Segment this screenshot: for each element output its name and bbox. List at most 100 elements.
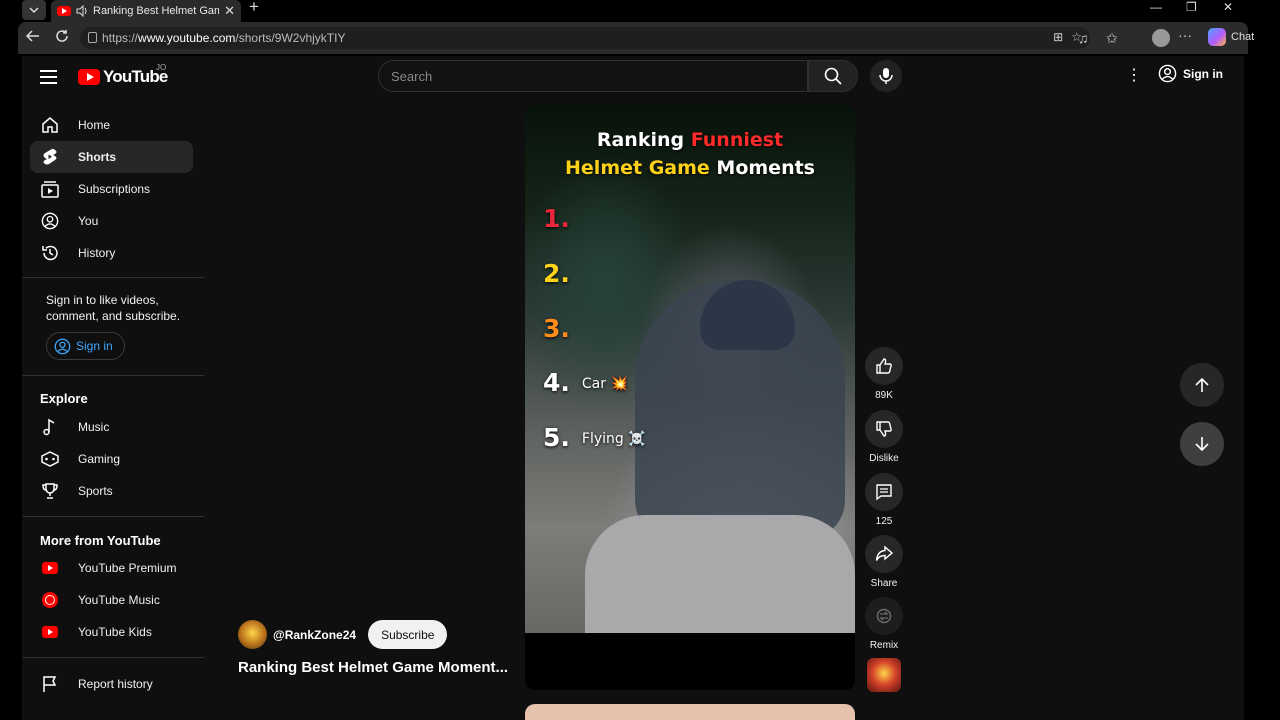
site-info-icon[interactable] xyxy=(88,32,97,43)
restore-button[interactable]: ❐ xyxy=(1186,0,1197,14)
tab-actions-menu[interactable] xyxy=(22,0,46,20)
remix-label: Remix xyxy=(869,640,899,651)
rank-number: 1. xyxy=(543,204,570,233)
favorites-icon[interactable]: ✩ xyxy=(1106,30,1118,47)
sidebar-item-label: YouTube Premium xyxy=(78,561,177,575)
sidebar-item-label: Shorts xyxy=(78,150,117,164)
previous-short-button[interactable] xyxy=(1180,363,1224,407)
close-window-button[interactable]: ✕ xyxy=(1223,0,1233,14)
sidebar-sign-in-button[interactable]: Sign in xyxy=(46,332,125,360)
browser-tab[interactable]: Ranking Best Helmet Game M ✕ xyxy=(51,0,241,22)
yt-header: YouTube JO Search ⋮ Sign in xyxy=(22,56,1244,100)
rank-number: 2. xyxy=(543,259,570,288)
speaker-icon[interactable] xyxy=(76,5,88,17)
comments-action[interactable]: 125 xyxy=(865,473,903,527)
search-button[interactable] xyxy=(808,60,858,92)
gaming-controller-icon xyxy=(40,449,60,469)
sidebar-item-gaming[interactable]: Gaming xyxy=(30,443,193,475)
rank-item: 3. xyxy=(543,314,582,343)
url-field[interactable]: https://www.youtube.com/shorts/9W2vhjykT… xyxy=(80,27,1090,49)
sidebar-item-report-history[interactable]: Report history xyxy=(30,668,193,700)
sidebar-item-shorts[interactable]: Shorts xyxy=(30,141,193,173)
sidebar-item-music[interactable]: Music xyxy=(30,411,193,443)
app-available-icon[interactable]: ⊞ xyxy=(1053,30,1063,44)
like-action[interactable]: 89K xyxy=(865,347,903,401)
chevron-down-icon xyxy=(29,7,39,14)
sidebar-item-label: Music xyxy=(78,420,110,434)
remix-icon[interactable] xyxy=(865,597,903,635)
sidebar-item-you[interactable]: You xyxy=(30,205,193,237)
sidebar-item-subscriptions[interactable]: Subscriptions xyxy=(30,173,193,205)
shorts-icon xyxy=(40,147,60,167)
next-short-preview[interactable] xyxy=(525,704,855,720)
rank-number: 4. xyxy=(543,368,570,397)
thumbs-down-icon[interactable] xyxy=(865,410,903,448)
copilot-icon xyxy=(1208,28,1226,46)
trophy-icon xyxy=(40,481,60,501)
channel-avatar[interactable] xyxy=(238,620,267,649)
browser-profile-avatar[interactable] xyxy=(1152,29,1170,47)
arrow-up-icon xyxy=(1195,377,1209,392)
thumbs-up-icon[interactable] xyxy=(865,347,903,385)
search-input[interactable]: Search xyxy=(378,60,808,92)
shorts-video-player[interactable]: Ranking Funniest Helmet Game Moments 1. … xyxy=(525,105,855,690)
media-control-icon[interactable]: ♫ xyxy=(1078,30,1089,46)
sidebar-item-sports[interactable]: Sports xyxy=(30,475,193,507)
next-short-button[interactable] xyxy=(1180,422,1224,466)
account-circle-icon xyxy=(1158,64,1177,83)
rank-number: 3. xyxy=(543,314,570,343)
youtube-kids-icon xyxy=(40,622,60,642)
sidebar-divider xyxy=(22,657,204,658)
video-subject-legs xyxy=(585,515,855,635)
sidebar-item-label: Report history xyxy=(78,677,153,691)
menu-icon[interactable] xyxy=(40,70,57,88)
share-label: Share xyxy=(870,578,898,589)
header-sign-in-button[interactable]: Sign in xyxy=(1158,64,1223,83)
music-note-icon xyxy=(40,417,60,437)
youtube-play-icon xyxy=(78,69,100,85)
remix-action[interactable]: Remix xyxy=(865,597,903,651)
flag-icon xyxy=(40,674,60,694)
youtube-premium-icon xyxy=(40,558,60,578)
settings-kebab-icon[interactable]: ⋮ xyxy=(1126,68,1142,84)
tab-close-icon[interactable]: ✕ xyxy=(224,3,235,19)
sidebar-item-label: Home xyxy=(78,118,111,132)
sidebar-item-history[interactable]: History xyxy=(30,237,193,269)
copilot-chat-button[interactable]: Chat xyxy=(1208,28,1254,46)
like-count: 89K xyxy=(875,390,893,401)
refresh-icon[interactable] xyxy=(55,29,69,46)
youtube-logo[interactable]: YouTube JO xyxy=(78,63,168,87)
voice-search-button[interactable] xyxy=(870,60,902,92)
rank-label: Car 💥 xyxy=(581,376,628,392)
comment-icon[interactable] xyxy=(865,473,903,511)
sidebar-item-home[interactable]: Home xyxy=(30,109,193,141)
back-arrow-icon[interactable] xyxy=(25,29,40,46)
new-tab-button[interactable]: + xyxy=(249,0,259,15)
video-overlay-title-line-2: Helmet Game Moments xyxy=(525,157,855,179)
channel-info: @RankZone24 Subscribe xyxy=(238,620,448,649)
sidebar-item-youtube-music[interactable]: YouTube Music xyxy=(30,584,193,616)
dislike-action[interactable]: Dislike xyxy=(865,410,903,464)
country-code: JO xyxy=(156,63,167,72)
window-edge xyxy=(1244,56,1280,720)
sidebar: Home Shorts Subscriptions You History Si… xyxy=(22,100,204,720)
minimize-button[interactable]: — xyxy=(1150,0,1162,14)
more-options-icon[interactable]: ··· xyxy=(1178,27,1192,43)
video-title[interactable]: Ranking Best Helmet Game Moment... xyxy=(238,659,518,676)
youtube-music-icon xyxy=(40,590,60,610)
url-path: /shorts/9W2vhjykTIY xyxy=(235,31,346,45)
subscribe-button[interactable]: Subscribe xyxy=(368,620,448,649)
comment-count: 125 xyxy=(875,516,893,527)
account-circle-icon xyxy=(40,211,60,231)
sidebar-item-youtube-premium[interactable]: YouTube Premium xyxy=(30,552,193,584)
rank-item: 4. Car 💥 xyxy=(543,368,628,397)
header-sign-in-label: Sign in xyxy=(1183,66,1223,81)
overlay-title-yellow: Helmet Game xyxy=(565,157,717,179)
sidebar-item-youtube-kids[interactable]: YouTube Kids xyxy=(30,616,193,648)
sidebar-divider xyxy=(22,375,204,376)
channel-handle[interactable]: @RankZone24 xyxy=(273,628,356,642)
sidebar-item-label: History xyxy=(78,246,116,260)
share-arrow-icon[interactable] xyxy=(865,535,903,573)
share-action[interactable]: Share xyxy=(865,535,903,589)
sound-channel-thumbnail[interactable] xyxy=(867,658,901,692)
